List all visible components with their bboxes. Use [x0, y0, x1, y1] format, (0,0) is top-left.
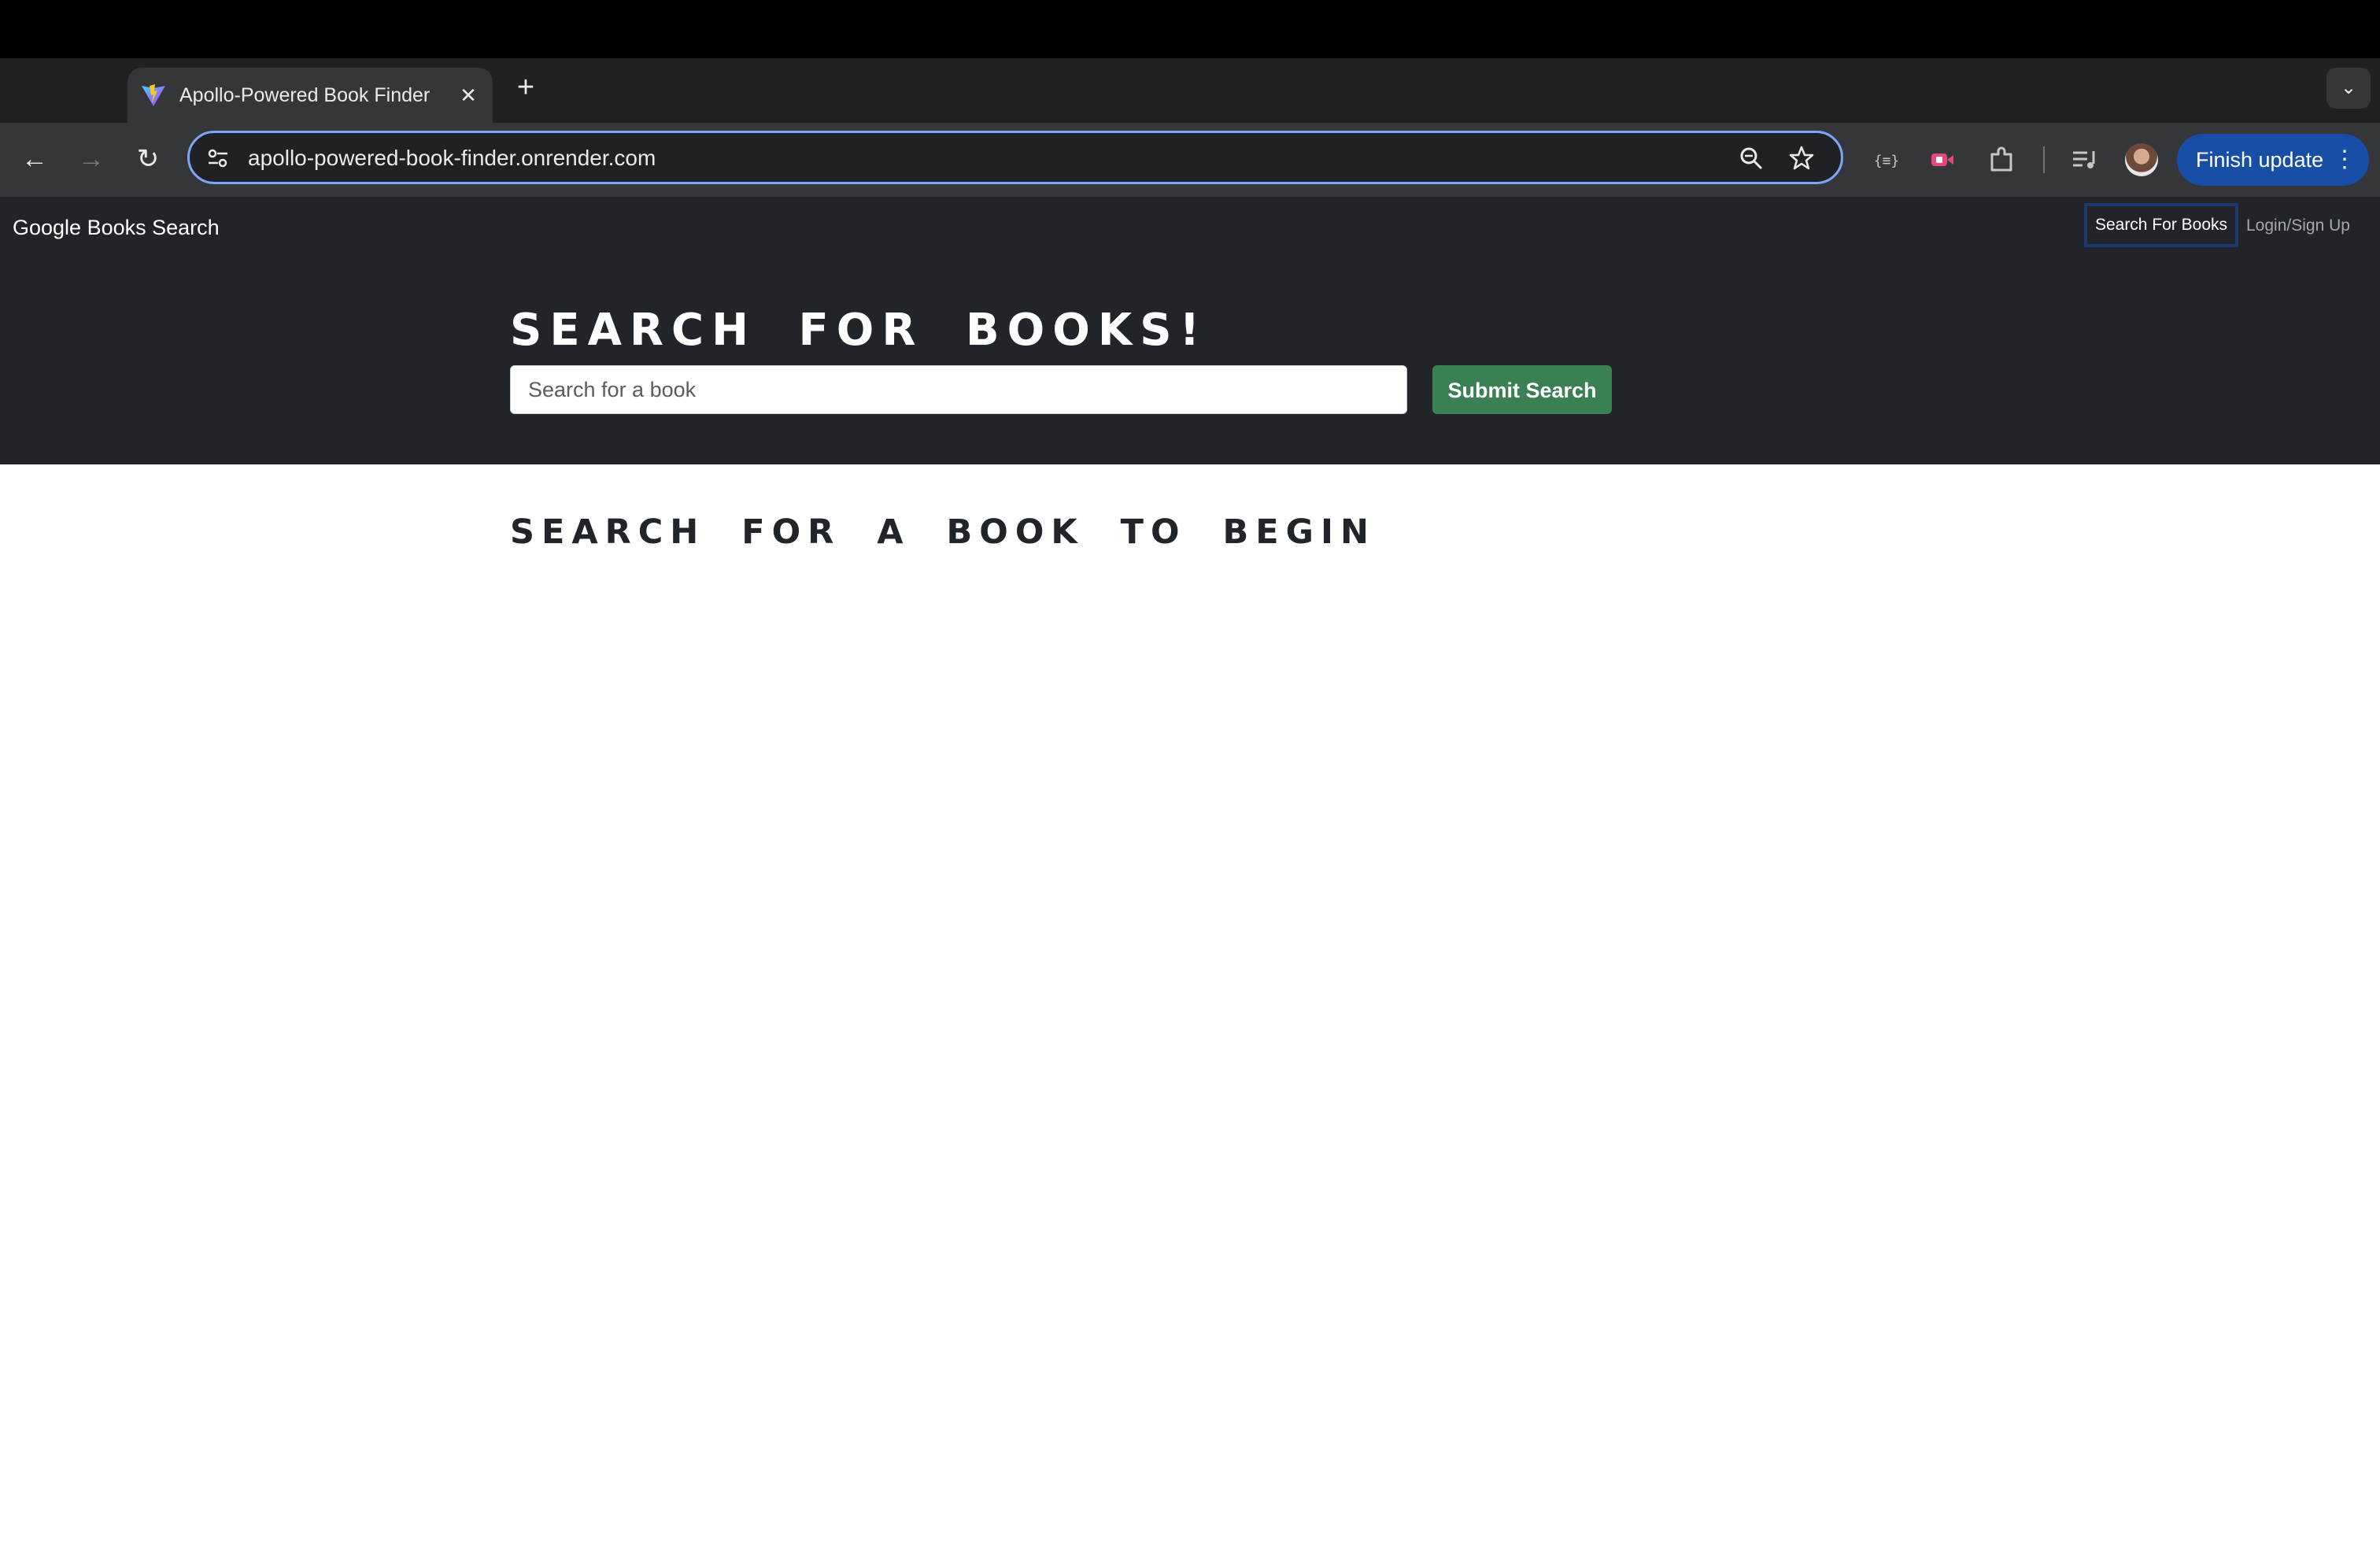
site-settings-icon[interactable] [205, 146, 231, 171]
nav-link-login-signup[interactable]: Login/Sign Up [2246, 213, 2350, 239]
screen-recorder-extension-icon[interactable] [1925, 143, 1958, 176]
finish-update-button[interactable]: Finish update ⋮ [2177, 134, 2369, 186]
finish-update-label: Finish update [2196, 148, 2324, 172]
tab-title: Apollo-Powered Book Finder [179, 84, 431, 106]
forward-icon[interactable]: → [72, 140, 110, 178]
browser-toolbar: ← → ↻ apollo-powered-book-finder.onrende… [0, 123, 2380, 197]
extensions-puzzle-icon[interactable] [1985, 143, 2018, 176]
more-vert-icon: ⋮ [2333, 146, 2356, 172]
site-navbar: Google Books Search Search For Books Log… [0, 197, 2380, 257]
tab-strip: Apollo-Powered Book Finder ✕ + ⌄ [0, 58, 2380, 123]
close-tab-icon[interactable]: ✕ [455, 82, 482, 109]
tab-search-chevron-icon[interactable]: ⌄ [2326, 68, 2371, 109]
nav-link-search-for-books[interactable]: Search For Books [2084, 203, 2238, 247]
submit-search-button[interactable]: Submit Search [1432, 365, 1612, 414]
toolbar-separator [2043, 146, 2045, 173]
brand-link[interactable]: Google Books Search [13, 214, 220, 241]
profile-avatar[interactable] [2125, 143, 2158, 176]
address-bar[interactable]: apollo-powered-book-finder.onrender.com [187, 131, 1843, 184]
svg-text:{≡}: {≡} [1874, 153, 1900, 169]
vite-logo-icon [142, 84, 165, 106]
back-icon[interactable]: ← [16, 140, 54, 178]
reload-icon[interactable]: ↻ [129, 140, 167, 178]
url-text: apollo-powered-book-finder.onrender.com [248, 146, 656, 170]
results-heading: Search for a book to begin [510, 512, 1376, 552]
new-tab-button[interactable]: + [512, 72, 540, 102]
browser-tab[interactable]: Apollo-Powered Book Finder ✕ [128, 68, 493, 123]
zoom-icon[interactable] [1737, 144, 1765, 172]
media-controls-icon[interactable] [2068, 143, 2101, 176]
page-title: Search for Books! [510, 305, 1208, 356]
system-menu-bar [0, 0, 2380, 58]
search-input[interactable] [510, 365, 1407, 414]
search-hero: Search for Books! Submit Search [0, 257, 2380, 464]
bookmark-star-icon[interactable] [1787, 144, 1816, 172]
extension-braces-icon[interactable]: {≡} [1870, 143, 1903, 176]
